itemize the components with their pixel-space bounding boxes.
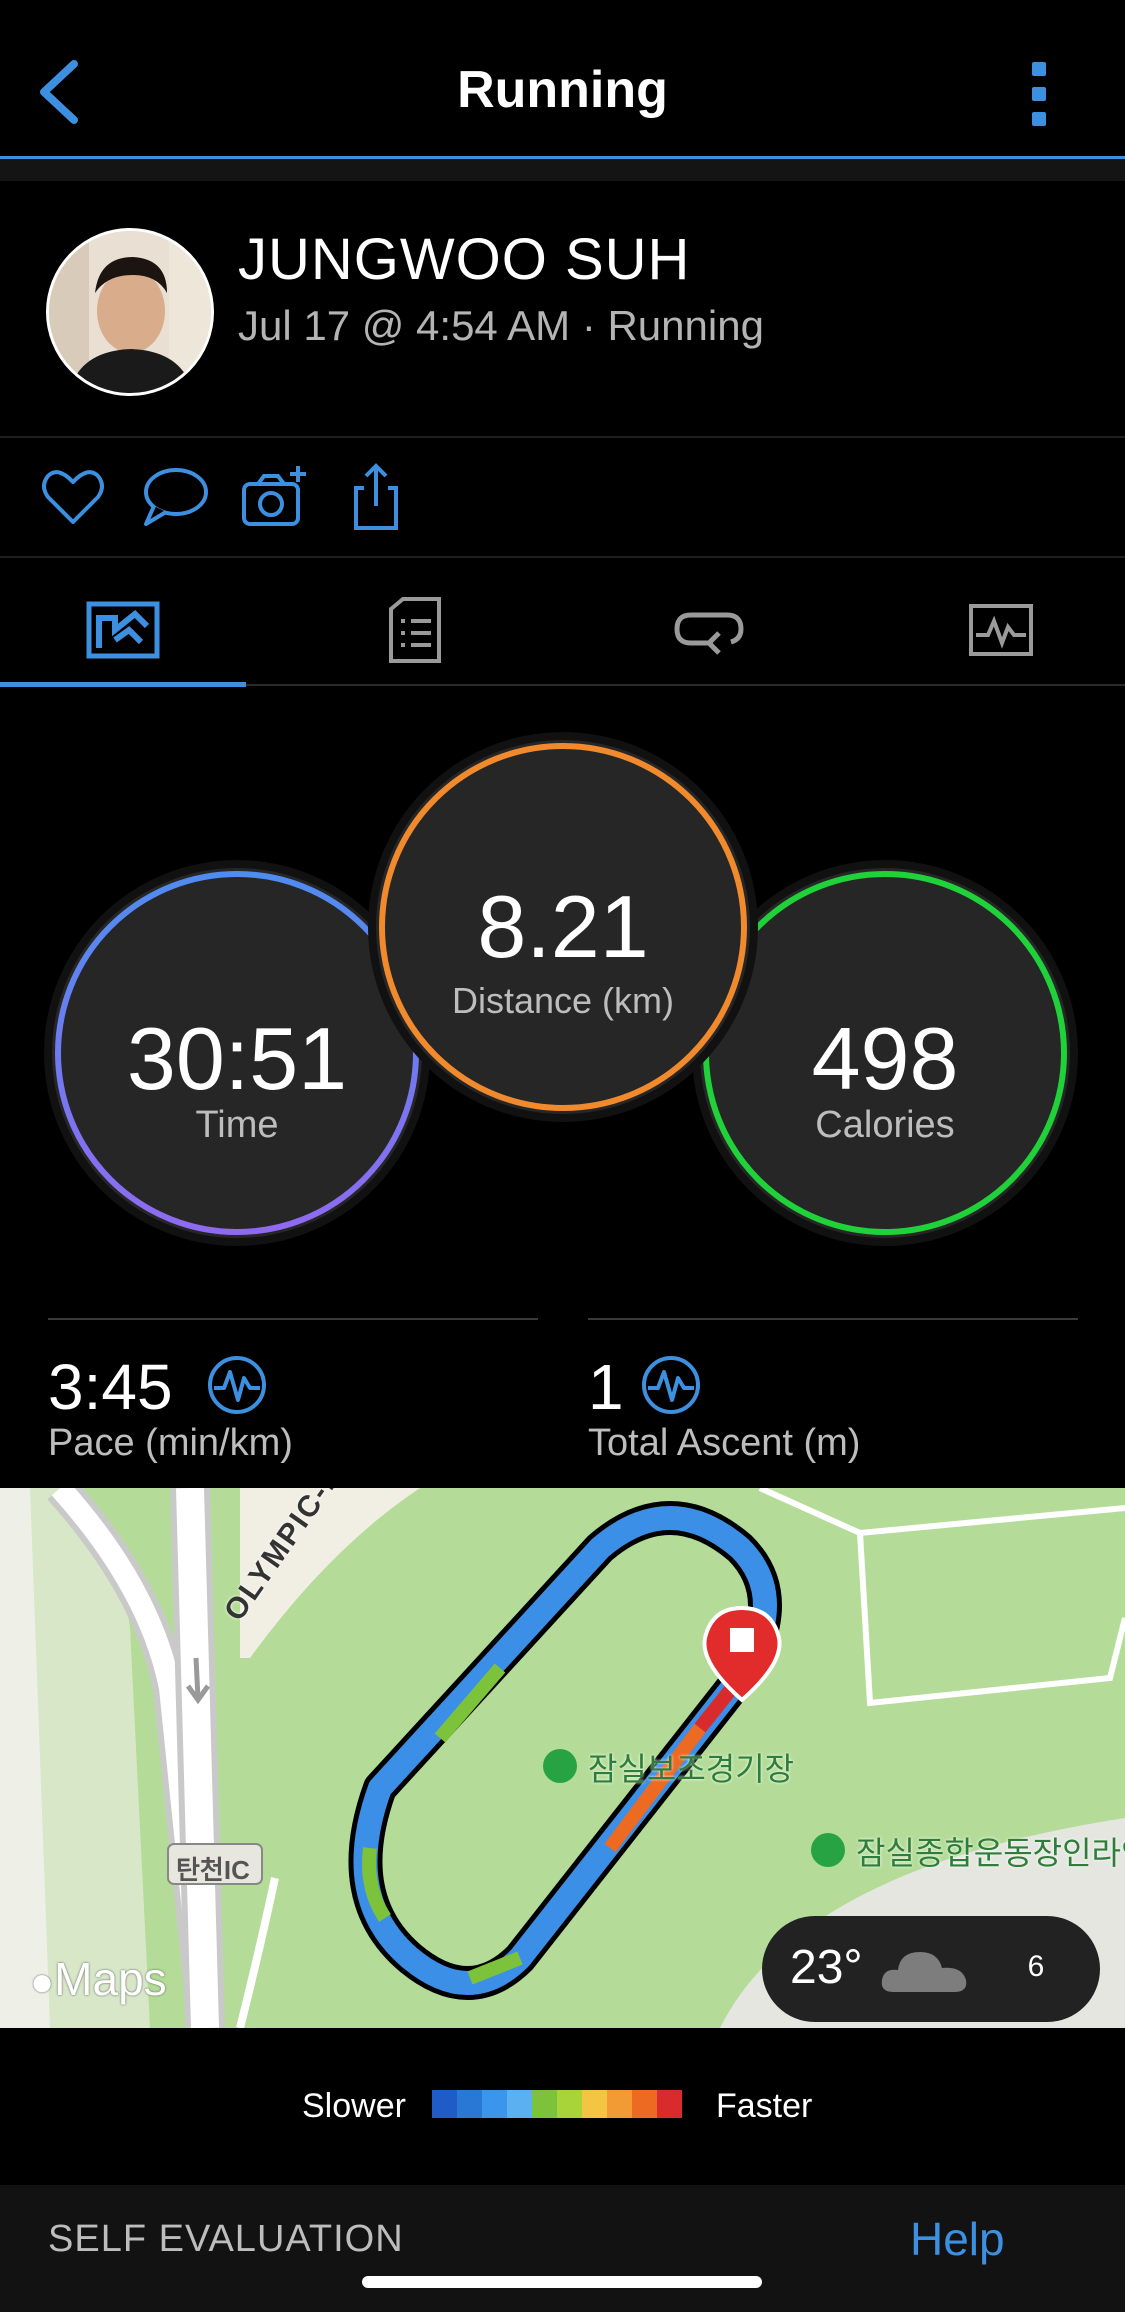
legend-swatch <box>507 2090 532 2118</box>
more-vertical-icon <box>1032 62 1046 76</box>
divider <box>0 436 1125 438</box>
apple-logo-icon: ● <box>30 1960 55 2004</box>
add-photo-icon <box>242 466 306 526</box>
add-photo-button[interactable] <box>240 462 310 532</box>
tab-charts[interactable] <box>878 580 1124 680</box>
comment-icon <box>144 468 208 526</box>
legend-swatch <box>457 2090 482 2118</box>
time-value: 30:51 <box>126 1009 348 1108</box>
weather-badge: 23° 6 <box>762 1916 1100 2022</box>
legend-swatch <box>482 2090 507 2118</box>
like-button[interactable] <box>38 462 108 532</box>
divider <box>0 556 1125 558</box>
comment-button[interactable] <box>140 462 210 532</box>
share-icon <box>354 463 398 530</box>
charts-tab-icon <box>969 604 1033 656</box>
time-label: Time <box>195 1104 279 1146</box>
place-label[interactable]: 잠실보조경기장 <box>588 1744 794 1790</box>
self-evaluation-label: SELF EVALUATION <box>48 2218 404 2260</box>
header-divider <box>0 159 1125 181</box>
cloud-icon <box>881 1952 967 1992</box>
activity-pulse-icon <box>208 1356 266 1414</box>
ascent-value: 1 <box>588 1351 624 1423</box>
avatar[interactable] <box>46 228 214 396</box>
home-indicator[interactable] <box>362 2276 762 2288</box>
legend-faster-label: Faster <box>716 2087 813 2125</box>
pace-label: Pace (min/km) <box>48 1422 293 1464</box>
tab-laps[interactable] <box>586 580 832 680</box>
legend-swatch <box>657 2090 682 2118</box>
activity-pulse-icon <box>642 1356 700 1414</box>
user-name[interactable]: JUNGWOO SUH <box>238 226 690 293</box>
pace-info-button[interactable] <box>206 1354 268 1416</box>
map-tab-icon <box>86 601 160 659</box>
distance-value: 8.21 <box>477 877 649 976</box>
page-title: Running <box>457 61 668 119</box>
pace-value: 3:45 <box>48 1351 173 1423</box>
tab-overview[interactable] <box>0 580 246 680</box>
legend-swatch <box>557 2090 582 2118</box>
divider <box>588 1318 1078 1320</box>
details-tab-icon <box>389 597 441 663</box>
divider <box>48 1318 538 1320</box>
active-tab-indicator <box>0 682 246 687</box>
place-label[interactable]: 잠실종합운동장인라인 <box>856 1828 1125 1874</box>
legend-swatch <box>532 2090 557 2118</box>
help-link[interactable]: Help <box>910 2212 1005 2266</box>
distance-label: Distance (km) <box>451 980 675 1021</box>
calories-label: Calories <box>815 1104 955 1146</box>
legend-slower-label: Slower <box>302 2087 406 2125</box>
more-options-button[interactable] <box>1020 58 1060 130</box>
share-button[interactable] <box>342 462 412 532</box>
distance-metric: 8.21 Distance (km) <box>376 740 750 1114</box>
legend-swatch <box>582 2090 607 2118</box>
temperature: 23° <box>790 1941 863 1994</box>
ascent-label: Total Ascent (m) <box>588 1422 861 1464</box>
wind-speed: 6 <box>1027 1950 1045 1983</box>
activity-date: Jul 17 @ 4:54 AM · Running <box>238 302 764 349</box>
ascent-info-button[interactable] <box>640 1354 702 1416</box>
legend-swatch <box>432 2090 457 2118</box>
calories-value: 498 <box>811 1009 959 1108</box>
interchange-label: 탄천IC <box>176 1855 250 1885</box>
legend-swatch <box>607 2090 632 2118</box>
tab-details[interactable] <box>292 580 538 680</box>
time-metric: 30:51 Time <box>52 868 422 1238</box>
heart-icon <box>42 470 104 524</box>
laps-tab-icon <box>674 612 744 655</box>
legend-swatch <box>632 2090 657 2118</box>
calories-metric: 498 Calories <box>700 868 1070 1238</box>
pace-color-scale <box>432 2090 682 2118</box>
maps-logo: ●Maps <box>30 1953 167 2005</box>
